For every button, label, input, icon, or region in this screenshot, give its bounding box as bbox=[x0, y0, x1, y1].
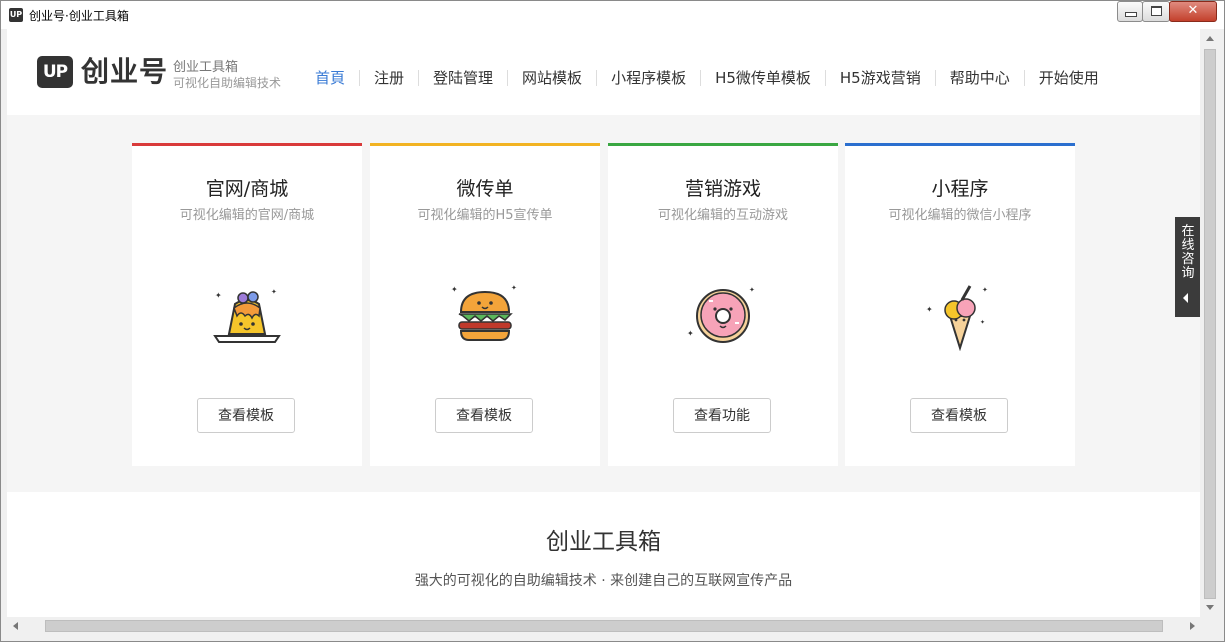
card-title: 官网/商城 bbox=[205, 178, 289, 200]
vertical-scroll-thumb[interactable] bbox=[1204, 49, 1216, 599]
view-templates-button[interactable]: 查看模板 bbox=[197, 398, 295, 433]
section-title: 创业工具箱 bbox=[546, 529, 661, 555]
card-subtitle: 可视化编辑的互动游戏 bbox=[657, 208, 788, 223]
nav-help-center[interactable]: 帮助中心 bbox=[936, 67, 1024, 89]
card-subtitle: 可视化编辑的官网/商城 bbox=[179, 208, 315, 223]
svg-text:✦: ✦ bbox=[687, 329, 694, 338]
svg-text:✦: ✦ bbox=[980, 319, 985, 326]
card-title: 微传单 bbox=[456, 178, 514, 200]
maximize-icon bbox=[1151, 6, 1162, 16]
main-nav: 首頁 注册 登陆管理 网站模板 小程序模板 H5微传单模板 H5游戏营销 帮助中… bbox=[301, 67, 1113, 89]
logo-text[interactable]: 创业号 bbox=[81, 56, 168, 88]
pudding-icon: ✦ ✦ bbox=[213, 288, 281, 343]
scroll-left-icon[interactable] bbox=[13, 622, 18, 630]
view-features-button[interactable]: 查看功能 bbox=[673, 398, 771, 433]
card-subtitle: 可视化编辑的H5宣传单 bbox=[417, 208, 553, 223]
consult-label: 在线咨询 bbox=[1181, 224, 1195, 281]
scroll-up-icon[interactable] bbox=[1206, 36, 1214, 41]
online-consult-tab[interactable]: 在线咨询 bbox=[1175, 217, 1200, 317]
logo-tagline: 创业工具箱 bbox=[173, 60, 239, 75]
logo-mark[interactable]: UP bbox=[37, 56, 73, 88]
card-website: 官网/商城 可视化编辑的官网/商城 ✦ ✦ 查看模板 bbox=[132, 143, 362, 466]
close-button[interactable]: ✕ bbox=[1169, 1, 1217, 22]
nav-register[interactable]: 注册 bbox=[360, 67, 418, 89]
view-templates-button[interactable]: 查看模板 bbox=[435, 398, 533, 433]
minimize-button[interactable] bbox=[1117, 1, 1143, 22]
burger-icon: ✦ ✦ bbox=[451, 284, 517, 341]
minimize-icon bbox=[1125, 12, 1137, 17]
horizontal-scrollbar[interactable] bbox=[7, 617, 1201, 634]
svg-text:✦: ✦ bbox=[215, 291, 222, 300]
svg-text:✦: ✦ bbox=[271, 288, 277, 296]
vertical-scrollbar[interactable] bbox=[1201, 29, 1218, 617]
card-miniprogram: 小程序 可视化编辑的微信小程序 ✦ ✦ ✦ 查看模板 bbox=[845, 143, 1075, 466]
logo-description: 可视化自助编辑技术 bbox=[173, 76, 282, 90]
svg-text:✦: ✦ bbox=[451, 285, 458, 294]
horizontal-scroll-thumb[interactable] bbox=[45, 620, 1163, 632]
close-icon: ✕ bbox=[1187, 3, 1199, 18]
scroll-right-icon[interactable] bbox=[1190, 622, 1195, 630]
donut-icon: ✦✦ bbox=[687, 286, 755, 343]
window-title: 创业号·创业工具箱 bbox=[29, 9, 129, 23]
svg-text:✦: ✦ bbox=[982, 286, 988, 294]
chevron-left-icon bbox=[1183, 293, 1188, 303]
app-icon: UP bbox=[9, 8, 23, 22]
nav-get-started[interactable]: 开始使用 bbox=[1025, 67, 1113, 89]
site-header: UP 创业号 创业工具箱 可视化自助编辑技术 首頁 注册 登陆管理 网站模板 小… bbox=[7, 29, 1200, 115]
product-cards: 官网/商城 可视化编辑的官网/商城 ✦ ✦ 查看模板 微传单 可视化编辑的H5宣传… bbox=[132, 143, 1076, 466]
svg-text:✦: ✦ bbox=[926, 305, 933, 314]
intro-section: 创业工具箱 强大的可视化的自助编辑技术 · 来创建自己的互联网宣传产品 bbox=[7, 492, 1200, 617]
nav-h5-flyer-templates[interactable]: H5微传单模板 bbox=[701, 67, 825, 89]
scroll-down-icon[interactable] bbox=[1206, 605, 1214, 610]
card-title: 小程序 bbox=[931, 178, 989, 200]
ice-cream-icon: ✦ ✦ ✦ bbox=[926, 285, 988, 351]
nav-website-templates[interactable]: 网站模板 bbox=[508, 67, 596, 89]
card-marketing-game: 营销游戏 可视化编辑的互动游戏 ✦ ✦ 查看功能 bbox=[608, 143, 838, 466]
nav-h5-game-marketing[interactable]: H5游戏营销 bbox=[826, 67, 935, 89]
nav-home[interactable]: 首頁 bbox=[301, 67, 359, 89]
card-title: 营销游戏 bbox=[684, 178, 761, 200]
svg-text:✦: ✦ bbox=[511, 284, 517, 292]
title-bar[interactable]: UP 创业号·创业工具箱 ✕ bbox=[1, 1, 1224, 29]
nav-login-manage[interactable]: 登陆管理 bbox=[419, 67, 507, 89]
svg-text:✦: ✦ bbox=[749, 286, 755, 294]
nav-miniprogram-templates[interactable]: 小程序模板 bbox=[597, 67, 700, 89]
card-subtitle: 可视化编辑的微信小程序 bbox=[888, 208, 1032, 223]
page-viewport: UP 创业号 创业工具箱 可视化自助编辑技术 首頁 注册 登陆管理 网站模板 小… bbox=[7, 29, 1200, 617]
view-templates-button[interactable]: 查看模板 bbox=[910, 398, 1008, 433]
card-flyer: 微传单 可视化编辑的H5宣传单 ✦ ✦ 查看模板 bbox=[370, 143, 600, 466]
section-subtitle: 强大的可视化的自助编辑技术 · 来创建自己的互联网宣传产品 bbox=[414, 573, 793, 589]
maximize-button[interactable] bbox=[1142, 1, 1170, 22]
